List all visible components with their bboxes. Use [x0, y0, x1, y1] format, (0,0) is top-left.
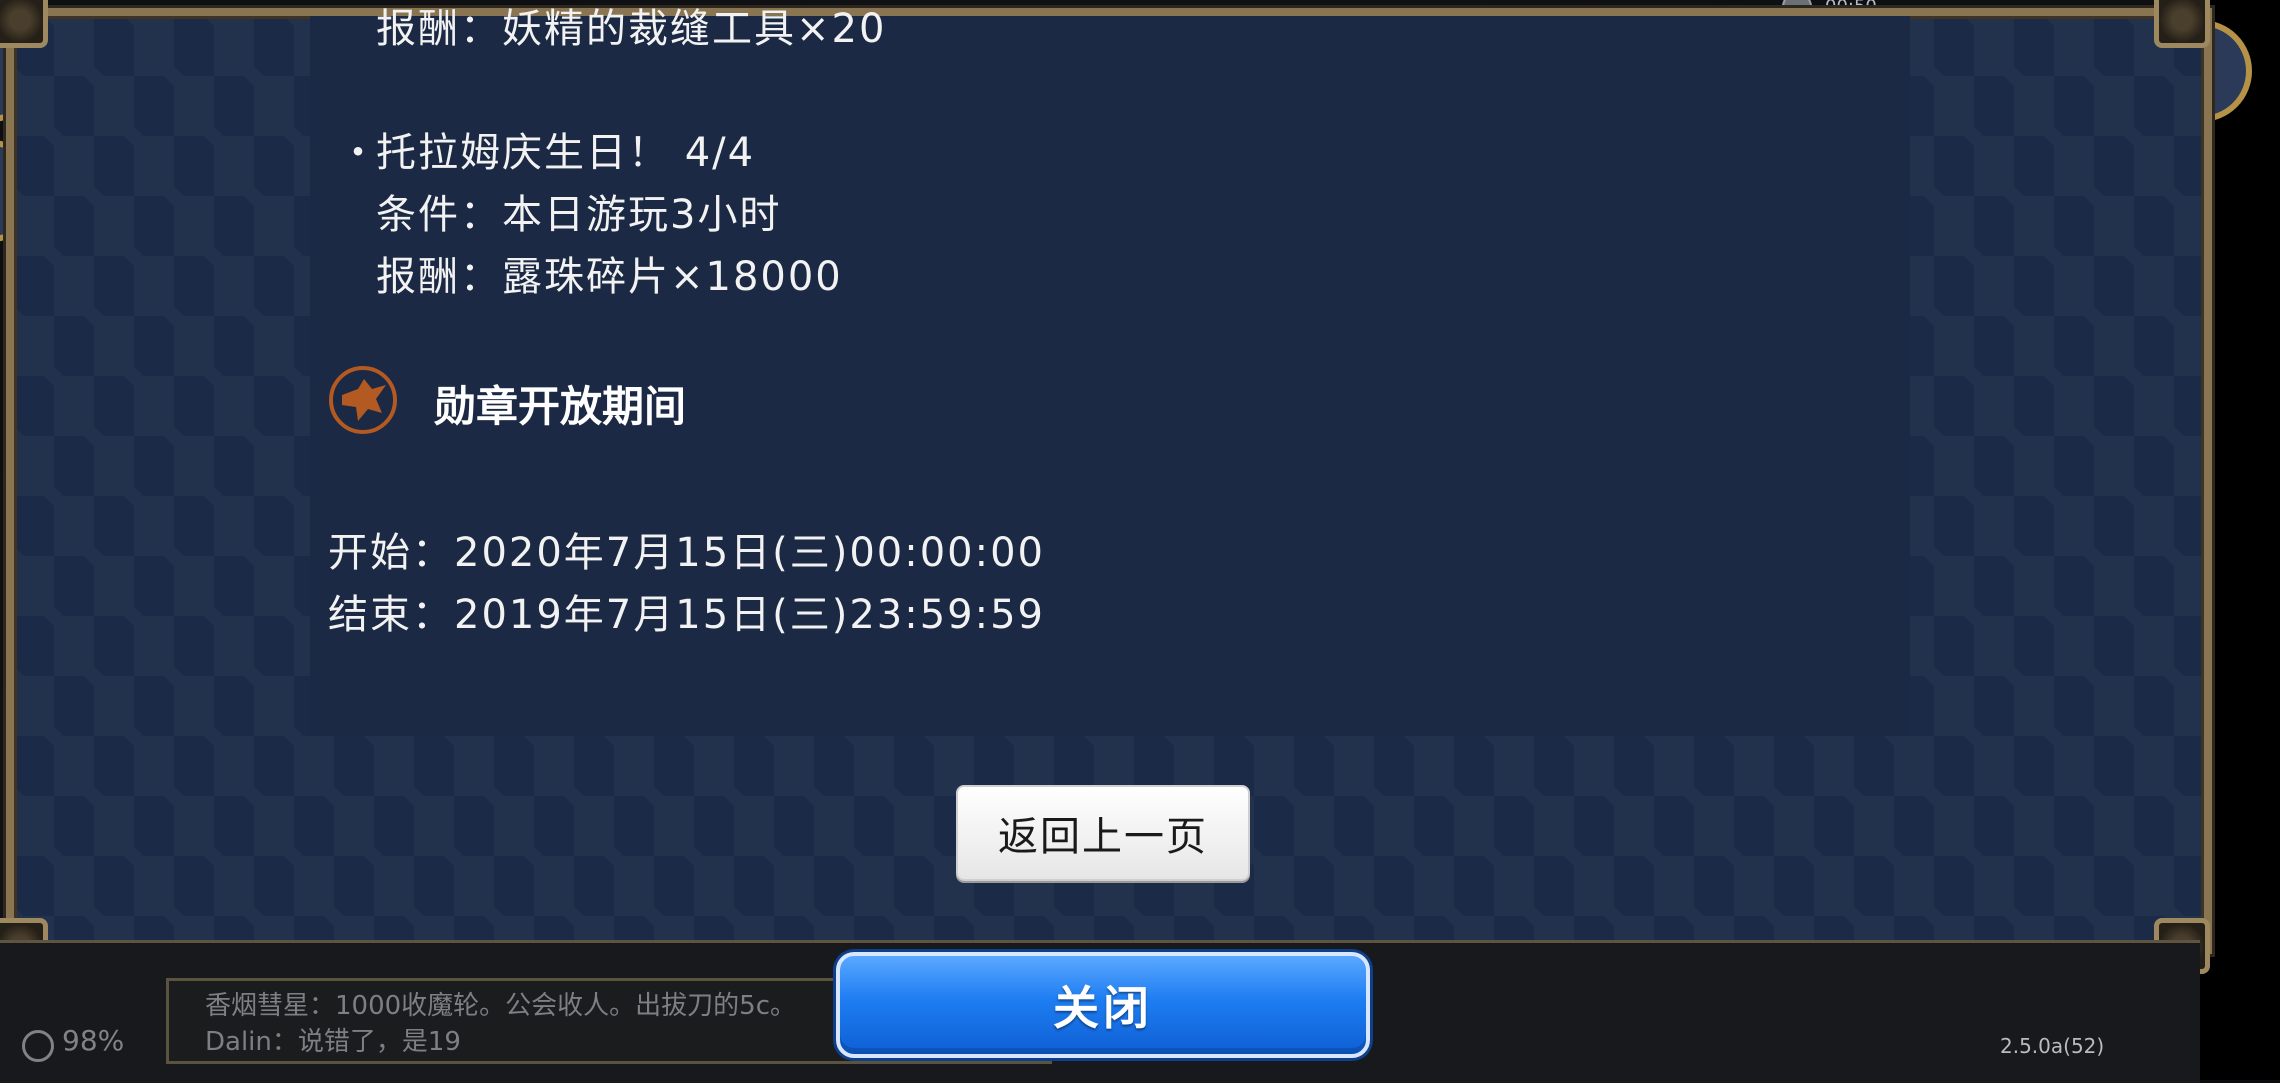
- chat-line: 香烟彗星：1000收魔轮。公会收人。出拔刀的5c。: [205, 991, 797, 1021]
- battery-icon: [22, 1030, 54, 1062]
- back-button[interactable]: 返回上一页: [956, 785, 1250, 881]
- close-button[interactable]: 关闭: [836, 952, 1370, 1058]
- badge-icon: [329, 366, 397, 434]
- battery-level: 98%: [62, 1024, 125, 1057]
- version-label: 2.5.0a(52): [2000, 1034, 2105, 1058]
- mission-title: 托拉姆庆生日！ 4/4: [376, 130, 756, 176]
- mission-condition: 条件：本日游玩3小时: [376, 192, 782, 238]
- partial-reward-text: 报酬：妖精的裁缝工具×20: [376, 6, 887, 52]
- screen-edge: [2200, 0, 2280, 1080]
- frame-corner-icon: [0, 0, 48, 48]
- mission-reward: 报酬：露珠碎片×18000: [376, 254, 843, 300]
- period-end: 结束：2019年7月15日(三)23:59:59: [328, 592, 1046, 638]
- bullet: ・: [338, 130, 378, 176]
- section-title: 勋章开放期间: [434, 382, 687, 431]
- frame-corner-icon: [2154, 0, 2210, 48]
- chat-line: Dalin：说错了，是19: [205, 1027, 461, 1057]
- period-start: 开始：2020年7月15日(三)00:00:00: [328, 530, 1046, 576]
